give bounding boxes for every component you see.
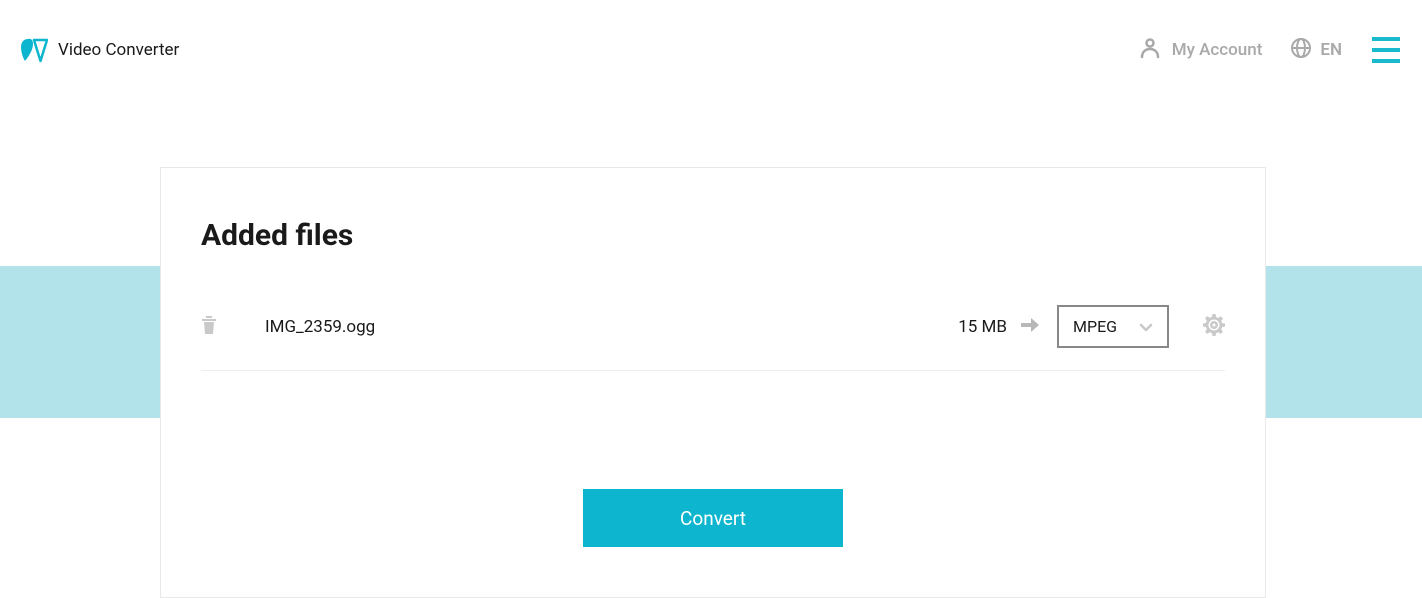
user-icon — [1138, 36, 1162, 64]
logo-icon — [20, 37, 48, 63]
my-account-label: My Account — [1172, 40, 1263, 60]
card-title: Added files — [201, 218, 1225, 253]
file-size: 15 MB — [958, 317, 1007, 337]
format-label: MPEG — [1073, 317, 1117, 336]
hamburger-line — [1372, 48, 1400, 52]
app-title: Video Converter — [58, 40, 179, 60]
logo-section[interactable]: Video Converter — [20, 37, 179, 63]
hamburger-line — [1372, 37, 1400, 41]
chevron-down-icon — [1139, 317, 1153, 336]
file-row: IMG_2359.ogg 15 MB MPEG — [201, 305, 1225, 371]
hamburger-line — [1372, 59, 1400, 63]
arrow-right-icon — [1021, 317, 1039, 336]
header: Video Converter My Account EN — [0, 0, 1422, 100]
trash-icon[interactable] — [201, 316, 217, 338]
gear-icon[interactable] — [1203, 314, 1225, 340]
globe-icon — [1290, 37, 1312, 63]
language-selector[interactable]: EN — [1290, 37, 1342, 63]
convert-button[interactable]: Convert — [583, 489, 843, 547]
format-select[interactable]: MPEG — [1057, 305, 1169, 348]
language-label: EN — [1320, 40, 1342, 60]
hamburger-menu-button[interactable] — [1370, 35, 1402, 65]
header-right: My Account EN — [1138, 35, 1402, 65]
file-name: IMG_2359.ogg — [265, 317, 958, 337]
my-account-link[interactable]: My Account — [1138, 36, 1263, 64]
main-card: Added files IMG_2359.ogg 15 MB MPEG — [160, 167, 1266, 598]
